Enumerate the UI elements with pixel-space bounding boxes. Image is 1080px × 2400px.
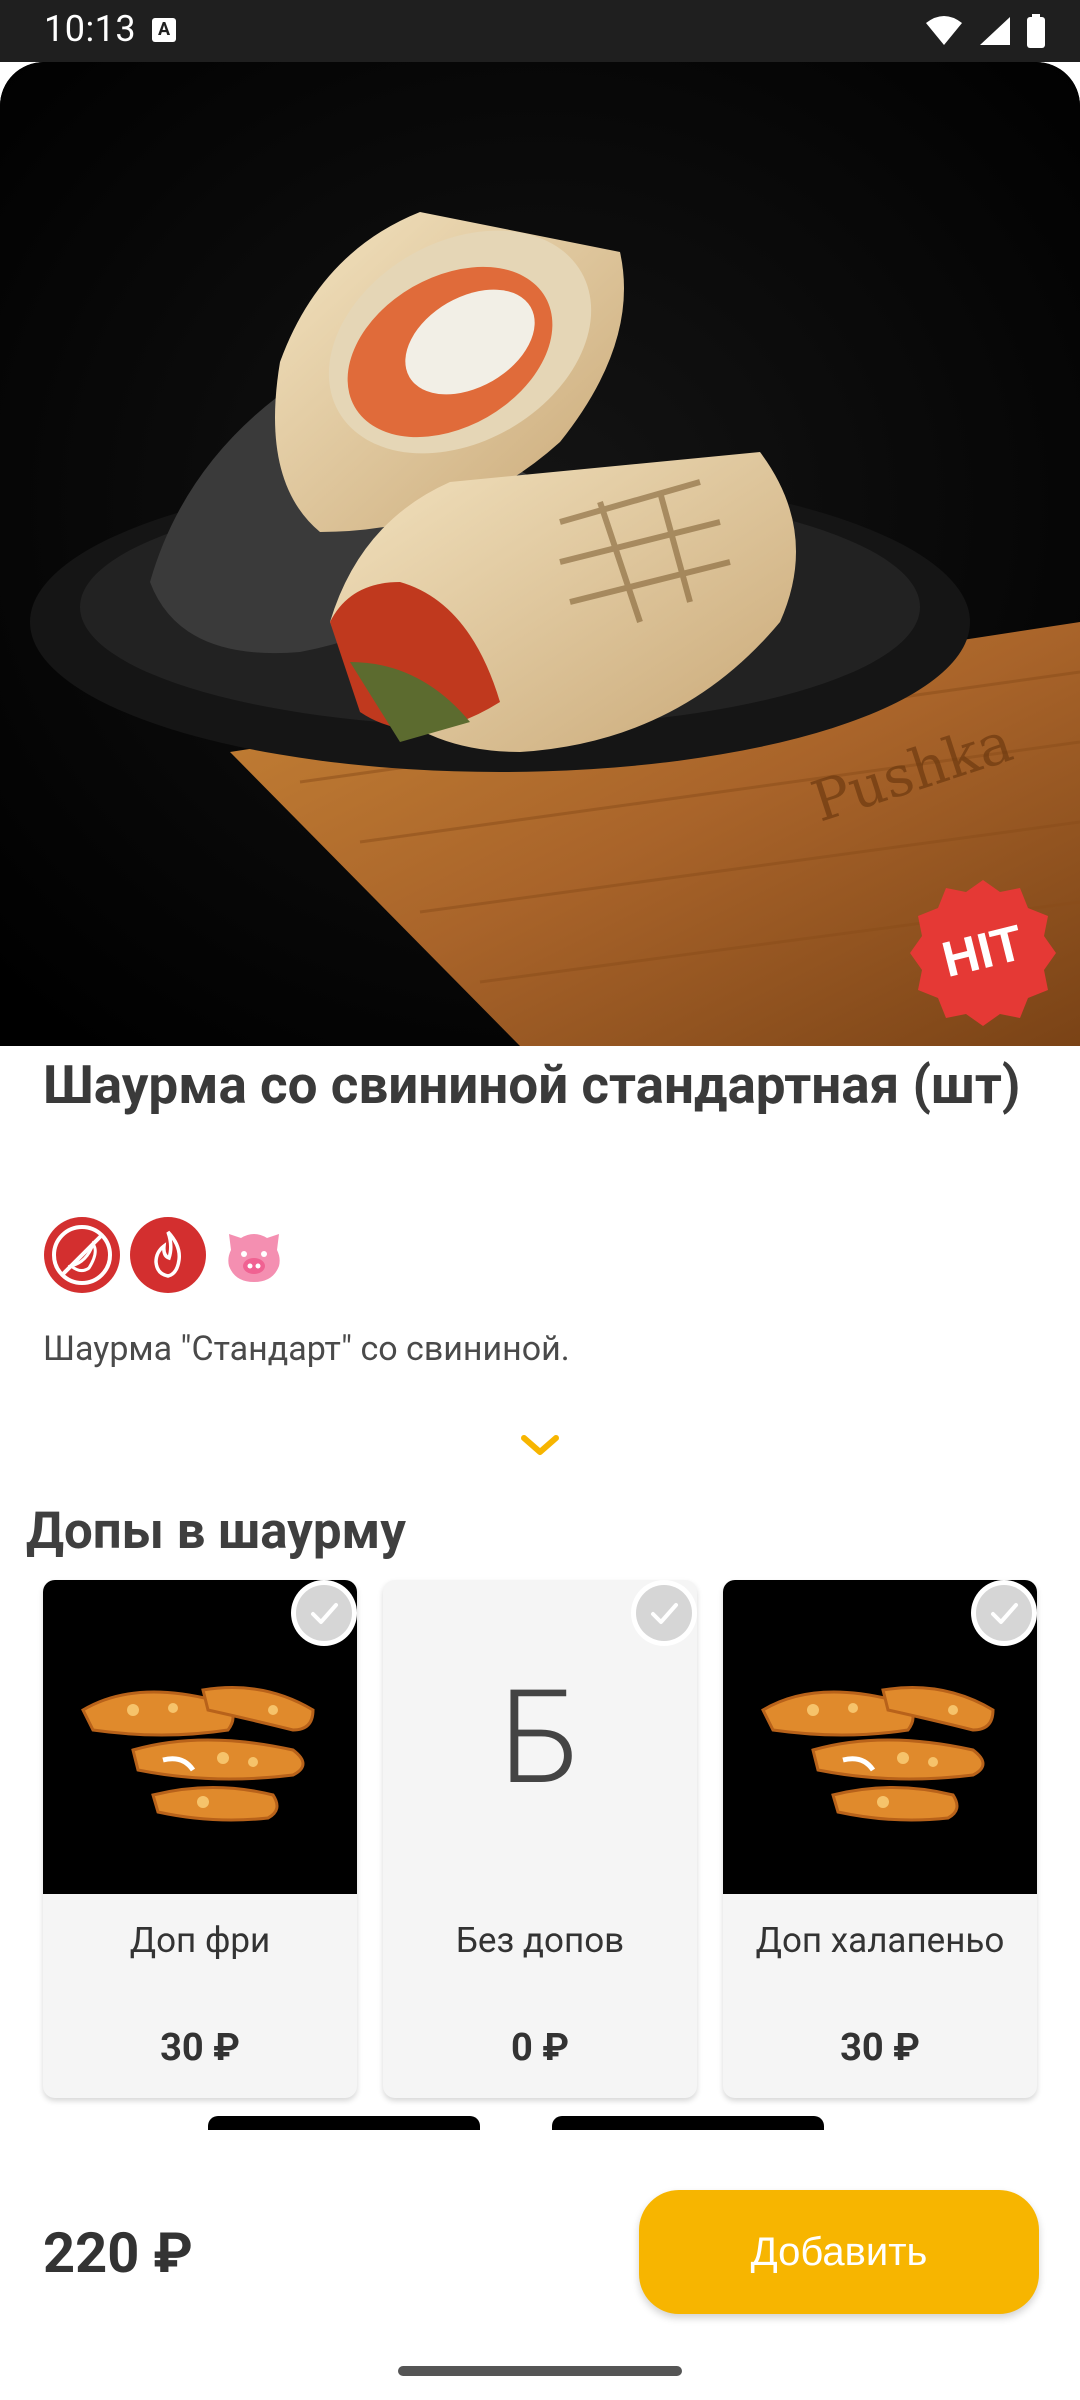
addon-price: 0 ₽ [510,2026,570,2070]
status-bar: 10:13 A [0,0,1080,62]
check-icon[interactable] [969,1578,1039,1648]
hit-badge: HIT [910,880,1056,1026]
addon-name: Доп халапеньо [755,1920,1005,1961]
addon-price: 30 ₽ [160,2026,240,2070]
addon-card-peek [208,2116,480,2130]
addon-card-none[interactable]: Б Без допов 0 ₽ [383,1580,697,2098]
addons-section-title: Допы в шаурму [26,1502,406,1561]
battery-icon [1027,14,1045,48]
home-indicator[interactable] [398,2366,682,2376]
addon-price: 30 ₽ [840,2026,920,2070]
addon-name: Без допов [455,1920,625,1961]
addons-list: Доп фри 30 ₽ Б Без допов 0 ₽ Доп халапен… [43,1580,1039,2100]
check-icon[interactable] [289,1578,359,1648]
add-to-cart-button[interactable]: Добавить [639,2190,1039,2314]
addon-name: Доп фри [129,1920,271,1961]
total-price: 220 ₽ [43,2220,193,2286]
addon-card-jalapeno[interactable]: Доп халапеньо 30 ₽ [723,1580,1037,2098]
product-description: Шаурма "Стандарт" со свининой. [43,1329,570,1369]
chevron-down-icon[interactable] [518,1430,562,1460]
status-icons [924,14,1046,48]
pork-icon [228,1234,280,1282]
status-time: 10:13 [44,8,137,50]
not-spicy-icon [44,1217,120,1293]
addon-card-peek [552,2116,824,2130]
hot-icon [130,1217,206,1293]
addon-card-fries[interactable]: Доп фри 30 ₽ [43,1580,357,2098]
check-icon[interactable] [629,1578,699,1648]
bottom-bar: 220 ₽ Добавить [0,2140,1080,2400]
product-image: Pushka HIT [0,62,1080,1046]
attribute-badges [43,1216,293,1294]
a-icon: A [152,18,176,42]
product-title: Шаурма со свининой стандартная (шт) [43,1054,1021,1116]
wifi-icon [926,16,962,45]
signal-icon [980,17,1010,45]
